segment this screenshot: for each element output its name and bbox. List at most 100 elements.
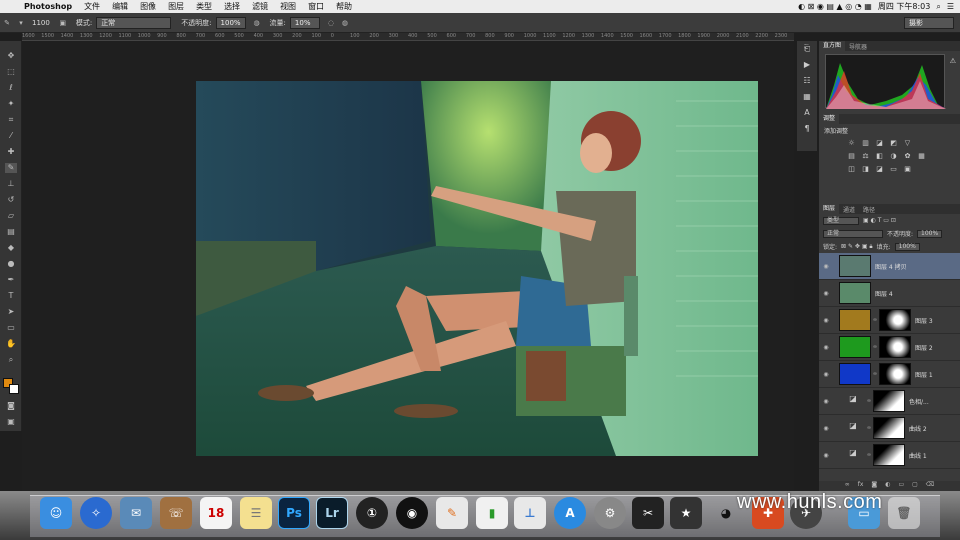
layer-row[interactable]: ◉ ◪ ∞ 色相/...	[819, 388, 960, 415]
gradient-tool-icon[interactable]: ▤	[5, 227, 17, 237]
blur-tool-icon[interactable]: ◆	[5, 243, 17, 253]
brush-panel-icon[interactable]: ▣	[56, 19, 70, 27]
hand-tool-icon[interactable]: ✋	[5, 339, 17, 349]
fill-input[interactable]: 100%	[894, 242, 920, 251]
background-color-swatch[interactable]	[9, 384, 19, 394]
opacity-input[interactable]: 100%	[215, 16, 246, 29]
trash-icon[interactable]: ⌫	[926, 481, 934, 491]
layer-mask-thumbnail[interactable]	[879, 336, 911, 358]
tab-layers[interactable]: 图层	[819, 204, 840, 214]
properties-icon[interactable]: ☷	[797, 73, 817, 89]
posterize-icon[interactable]: ◨	[861, 165, 870, 174]
gradient-map-icon[interactable]: ▭	[889, 165, 898, 174]
visibility-eye-icon[interactable]: ◉	[819, 398, 833, 405]
lasso-tool-icon[interactable]: ℓ	[5, 83, 17, 93]
curves-icon[interactable]: ◪	[875, 139, 884, 148]
system-preferences-icon[interactable]: ⚙	[594, 497, 626, 529]
filter-icons[interactable]: ▣ ◐ T ▭ ⊡	[863, 217, 896, 224]
flow-input[interactable]: 10%	[289, 16, 320, 29]
layer-filter-select[interactable]: 类型	[823, 216, 859, 225]
visibility-eye-icon[interactable]: ◉	[819, 344, 833, 351]
history-brush-tool-icon[interactable]: ↺	[5, 195, 17, 205]
search-icon[interactable]: ⌕	[936, 2, 940, 12]
dropdown-icon[interactable]: ▾	[14, 19, 28, 27]
menu-filter[interactable]: 滤镜	[246, 1, 274, 12]
mask-link-icon[interactable]: ∞	[866, 425, 872, 431]
tab-paths[interactable]: 路径	[859, 205, 879, 214]
numbers-icon[interactable]: ▮	[476, 497, 508, 529]
mask-icon[interactable]: ◙	[871, 481, 877, 491]
menu-view[interactable]: 视图	[274, 1, 302, 12]
photoshop-icon[interactable]: Ps	[278, 497, 310, 529]
link-icon[interactable]: ∞	[845, 481, 850, 491]
threshold-icon[interactable]: ◪	[875, 165, 884, 174]
pen-tool-icon[interactable]: ✒	[5, 275, 17, 285]
pages-icon[interactable]: ✎	[436, 497, 468, 529]
notifications-icon[interactable]: ☰	[947, 2, 954, 11]
eyedropper-tool-icon[interactable]: ⁄	[5, 131, 17, 141]
tab-navigator[interactable]: 导航器	[845, 42, 871, 51]
visibility-eye-icon[interactable]: ◉	[819, 452, 833, 459]
layer-mask-thumbnail[interactable]	[879, 309, 911, 331]
workspace-select[interactable]: 摄影	[904, 16, 954, 29]
type-tool-icon[interactable]: T	[5, 291, 17, 301]
adjustment-icon[interactable]: ◐	[885, 481, 890, 491]
layer-row[interactable]: ◉ 图层 4	[819, 280, 960, 307]
shape-tool-icon[interactable]: ▭	[5, 323, 17, 333]
brush-tool-icon[interactable]: ✎	[0, 19, 14, 27]
path-select-tool-icon[interactable]: ➤	[5, 307, 17, 317]
contacts-icon[interactable]: ☏	[160, 497, 192, 529]
hue-saturation-icon[interactable]: ▤	[847, 152, 856, 161]
new-layer-icon[interactable]: ▢	[912, 481, 918, 491]
layer-mask-thumbnail[interactable]	[879, 363, 911, 385]
tab-histogram[interactable]: 直方图	[819, 41, 846, 51]
lightroom-icon[interactable]: Lr	[316, 497, 348, 529]
screen-mode-icon[interactable]: ▣	[5, 417, 17, 427]
mask-link-icon[interactable]: ∞	[872, 317, 878, 323]
healing-tool-icon[interactable]: ✚	[5, 147, 17, 157]
mask-link-icon[interactable]: ∞	[866, 452, 872, 458]
brightness-icon[interactable]: ☼	[847, 139, 856, 148]
warning-icon[interactable]: ⚠	[950, 57, 956, 65]
menu-layer[interactable]: 图层	[162, 1, 190, 12]
zoom-tool-icon[interactable]: ⌕	[5, 355, 17, 365]
finder-icon[interactable]: ☺	[40, 497, 72, 529]
mask-link-icon[interactable]: ∞	[866, 398, 872, 404]
imovie-icon[interactable]: ★	[670, 497, 702, 529]
app-store-icon[interactable]: A	[554, 497, 586, 529]
folder-icon[interactable]: ▭	[898, 481, 904, 491]
canvas-area[interactable]	[22, 41, 794, 491]
fx-icon[interactable]: fx	[858, 481, 864, 491]
photo-filter-icon[interactable]: ◑	[889, 152, 898, 161]
visibility-eye-icon[interactable]: ◉	[819, 290, 833, 297]
visibility-eye-icon[interactable]: ◉	[819, 317, 833, 324]
visibility-eye-icon[interactable]: ◉	[819, 425, 833, 432]
menu-help[interactable]: 帮助	[330, 1, 358, 12]
1password-icon[interactable]: ①	[356, 497, 388, 529]
vibrance-icon[interactable]: ▽	[903, 139, 912, 148]
airbrush-icon[interactable]: ◌	[324, 19, 338, 27]
layer-opacity-input[interactable]: 100%	[917, 229, 943, 238]
brush-size[interactable]: 1100	[32, 19, 50, 27]
layer-row[interactable]: ◉ ◪ ∞ 曲线 1	[819, 442, 960, 469]
layer-row[interactable]: ◉ ∞ 图层 3	[819, 307, 960, 334]
history-icon[interactable]: ⎗	[797, 41, 817, 57]
visibility-eye-icon[interactable]: ◉	[819, 371, 833, 378]
layer-row[interactable]: ◉ ∞ 图层 1	[819, 361, 960, 388]
invert-icon[interactable]: ◫	[847, 165, 856, 174]
layer-mask-thumbnail[interactable]	[873, 390, 905, 412]
lock-icons[interactable]: ⊠ ✎ ✥ ▣ 🔒︎	[841, 243, 873, 251]
eraser-tool-icon[interactable]: ▱	[5, 211, 17, 221]
layer-mask-thumbnail[interactable]	[873, 444, 905, 466]
crop-tool-icon[interactable]: ⌗	[5, 115, 17, 125]
character-icon[interactable]: A	[797, 105, 817, 121]
tab-adjustments[interactable]: 调整	[819, 114, 840, 124]
blend-mode-select[interactable]: 正常	[823, 229, 883, 238]
menu-file[interactable]: 文件	[78, 1, 106, 12]
status-icons[interactable]: ◐ ⊠ ◉ ▤ ▲ ◎ ◔ ▦	[798, 2, 872, 11]
selective-color-icon[interactable]: ▣	[903, 165, 912, 174]
channel-mixer-icon[interactable]: ✿	[903, 152, 912, 161]
magic-wand-tool-icon[interactable]: ✦	[5, 99, 17, 109]
color-lookup-icon[interactable]: ▦	[917, 152, 926, 161]
tab-channels[interactable]: 通道	[839, 205, 859, 214]
